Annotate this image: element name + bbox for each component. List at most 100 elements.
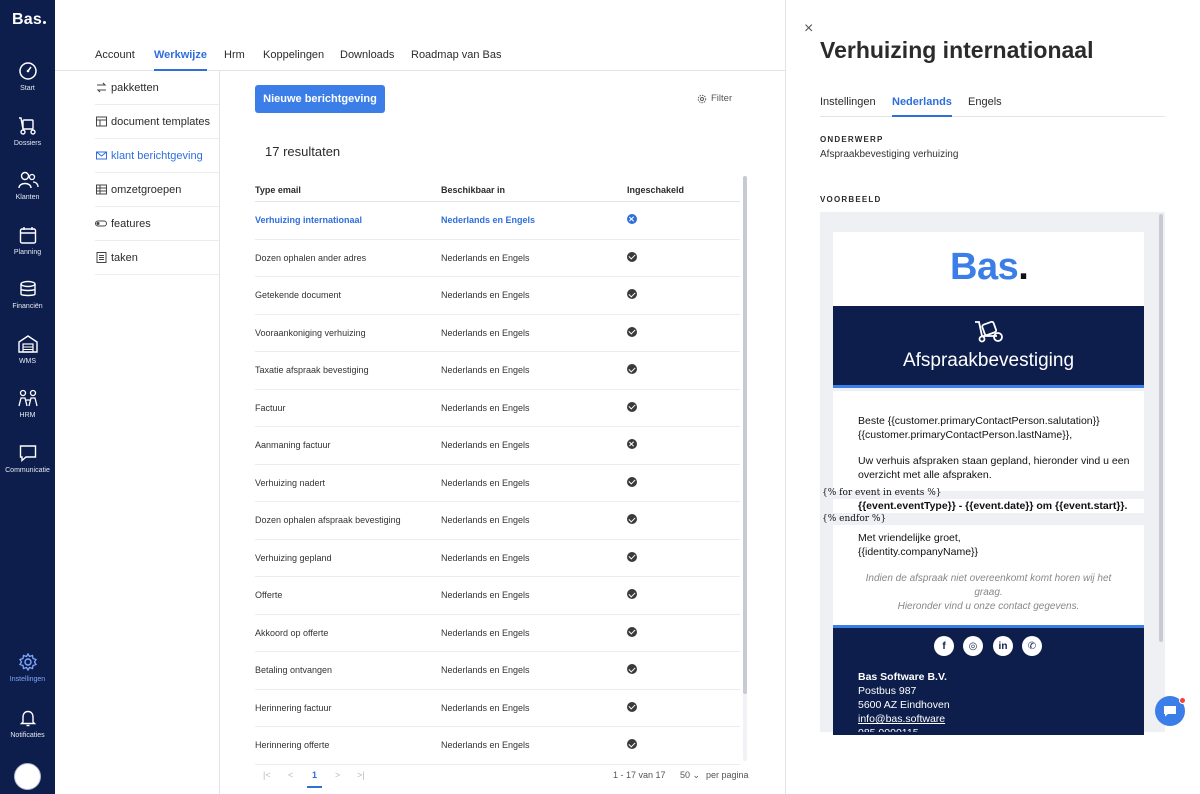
sidebar-item-wms[interactable]: WMS — [0, 334, 55, 365]
mail-greeting-1: Beste {{customer.primaryContactPerson.sa… — [858, 415, 1100, 427]
table-row[interactable]: Verhuizing nadert Nederlands en Engels — [255, 465, 740, 502]
cell-email-type[interactable]: Dozen ophalen ander adres — [255, 253, 441, 263]
tab-koppelingen[interactable]: Koppelingen — [263, 49, 324, 61]
table-scrollbar-thumb[interactable] — [743, 176, 747, 694]
check-circle-icon[interactable] — [627, 476, 637, 487]
linkedin-icon[interactable]: in — [993, 636, 1013, 656]
sidebar-item-dossiers[interactable]: Dossiers — [0, 116, 55, 147]
table-row[interactable]: Dozen ophalen afspraak bevestiging Nederl… — [255, 502, 740, 540]
page-range: 1 - 17 van 17 — [613, 770, 666, 780]
page-number-current[interactable]: 1 — [306, 770, 323, 788]
table-row[interactable]: Akkoord op offerte Nederlands en Engels — [255, 615, 740, 652]
preview-scrollbar[interactable] — [1159, 214, 1163, 642]
table-row[interactable]: Herinnering offerte Nederlands en Engels — [255, 727, 740, 765]
sidebar-item-klanten[interactable]: Klanten — [0, 170, 55, 201]
check-circle-icon[interactable] — [627, 664, 637, 675]
tab-account[interactable]: Account — [95, 49, 135, 61]
subnav-item-features[interactable]: features — [95, 207, 219, 241]
cell-email-type[interactable]: Factuur — [255, 403, 441, 413]
next-page-icon[interactable]: > — [335, 770, 340, 780]
column-header[interactable]: Type email — [255, 185, 441, 195]
cell-email-type[interactable]: Aanmaning factuur — [255, 440, 441, 450]
cell-email-type[interactable]: Herinnering factuur — [255, 703, 441, 713]
sidebar-item-start[interactable]: Start — [0, 61, 55, 92]
cell-email-type[interactable]: Getekende document — [255, 290, 441, 300]
check-circle-icon[interactable] — [627, 401, 637, 412]
sidebar-item-financien[interactable]: Financiën — [0, 279, 55, 310]
table-row[interactable]: Offerte Nederlands en Engels — [255, 577, 740, 615]
sidebar-item-communicatie[interactable]: Communicatie — [0, 443, 55, 474]
cell-email-type[interactable]: Verhuizing gepland — [255, 553, 441, 563]
cell-email-type[interactable]: Dozen ophalen afspraak bevestiging — [255, 515, 441, 525]
cell-email-type[interactable]: Betaling ontvangen — [255, 665, 441, 675]
tab-engels[interactable]: Engels — [968, 96, 1002, 108]
mail-closing-1: Met vriendelijke groet, — [858, 532, 961, 544]
cell-email-type[interactable]: Herinnering offerte — [255, 740, 441, 750]
check-circle-icon[interactable] — [627, 289, 637, 300]
subnav-item-pakketten[interactable]: pakketten — [95, 71, 219, 105]
check-circle-icon[interactable] — [627, 551, 637, 562]
instagram-icon[interactable]: ◎ — [963, 636, 983, 656]
check-circle-icon[interactable] — [627, 626, 637, 637]
tab-downloads[interactable]: Downloads — [340, 49, 394, 61]
sidebar-item-hrm[interactable]: HRM — [0, 388, 55, 419]
table-row[interactable]: Betaling ontvangen Nederlands en Engels — [255, 652, 740, 690]
per-page-select[interactable]: 50 ⌄ — [680, 770, 700, 781]
tab-instellingen[interactable]: Instellingen — [820, 96, 876, 108]
subnav-item-taken[interactable]: taken — [95, 241, 219, 275]
table-row[interactable]: Factuur Nederlands en Engels — [255, 390, 740, 427]
brand-logo[interactable]: Bas — [12, 11, 46, 29]
tab-nederlands[interactable]: Nederlands — [892, 96, 952, 117]
table-row[interactable]: Taxatie afspraak bevestiging Nederlands e… — [255, 352, 740, 390]
tab-roadmap[interactable]: Roadmap van Bas — [411, 49, 502, 61]
footer-address-2: 5600 AZ Eindhoven — [858, 699, 950, 711]
cell-email-type[interactable]: Verhuizing internationaal — [255, 215, 441, 225]
footer-address-1: Postbus 987 — [858, 685, 917, 697]
column-header[interactable]: Ingeschakeld — [627, 185, 740, 195]
tab-werkwijze[interactable]: Werkwijze — [154, 49, 207, 71]
team-icon — [17, 389, 38, 407]
first-page-icon[interactable]: |< — [263, 770, 271, 780]
check-circle-icon[interactable] — [627, 251, 637, 262]
x-circle-icon[interactable] — [627, 214, 637, 225]
sidebar-item-planning[interactable]: Planning — [0, 225, 55, 256]
check-circle-icon[interactable] — [627, 514, 637, 525]
table-row[interactable]: Vooraankoniging verhuizing Nederlands en … — [255, 315, 740, 352]
cell-email-type[interactable]: Taxatie afspraak bevestiging — [255, 365, 441, 375]
check-circle-icon[interactable] — [627, 364, 637, 375]
subnav-item-document-templates[interactable]: document templates — [95, 105, 219, 139]
new-notification-button[interactable]: Nieuwe berichtgeving — [255, 85, 385, 113]
footer-email-link[interactable]: info@bas.software — [858, 712, 945, 726]
whatsapp-icon[interactable]: ✆ — [1022, 636, 1042, 656]
gauge-icon — [18, 62, 37, 80]
subnav-item-omzetgroepen[interactable]: omzetgroepen — [95, 173, 219, 207]
check-circle-icon[interactable] — [627, 326, 637, 337]
check-circle-icon[interactable] — [627, 739, 637, 750]
close-icon[interactable]: × — [804, 20, 813, 38]
sidebar-item-label: Planning — [13, 249, 42, 256]
table-row[interactable]: Aanmaning factuur Nederlands en Engels — [255, 427, 740, 465]
cell-email-type[interactable]: Vooraankoniging verhuizing — [255, 328, 441, 338]
sidebar-item-label: Dossiers — [13, 140, 42, 147]
check-circle-icon[interactable] — [627, 589, 637, 600]
facebook-icon[interactable]: f — [934, 636, 954, 656]
avatar[interactable] — [14, 763, 41, 790]
cell-email-type[interactable]: Offerte — [255, 590, 441, 600]
prev-page-icon[interactable]: < — [288, 770, 293, 780]
tab-hrm[interactable]: Hrm — [224, 49, 245, 61]
table-row[interactable]: Herinnering factuur Nederlands en Engels — [255, 690, 740, 727]
subnav-item-klant-berichtgeving[interactable]: klant berichtgeving — [95, 139, 219, 173]
cell-email-type[interactable]: Verhuizing nadert — [255, 478, 441, 488]
cell-email-type[interactable]: Akkoord op offerte — [255, 628, 441, 638]
filter-button[interactable]: Filter — [697, 93, 732, 104]
check-circle-icon[interactable] — [627, 701, 637, 712]
table-row[interactable]: Verhuizing gepland Nederlands en Engels — [255, 540, 740, 577]
table-row[interactable]: Getekende document Nederlands en Engels — [255, 277, 740, 315]
x-circle-icon[interactable] — [627, 439, 637, 450]
column-header[interactable]: Beschikbaar in — [441, 185, 627, 195]
sidebar-item-instellingen[interactable]: Instellingen — [0, 652, 55, 683]
last-page-icon[interactable]: >| — [357, 770, 365, 780]
sidebar-item-notificaties[interactable]: Notificaties — [0, 708, 55, 739]
table-row[interactable]: Dozen ophalen ander adres Nederlands en E… — [255, 240, 740, 277]
table-row[interactable]: Verhuizing internationaal Nederlands en E… — [255, 202, 740, 240]
